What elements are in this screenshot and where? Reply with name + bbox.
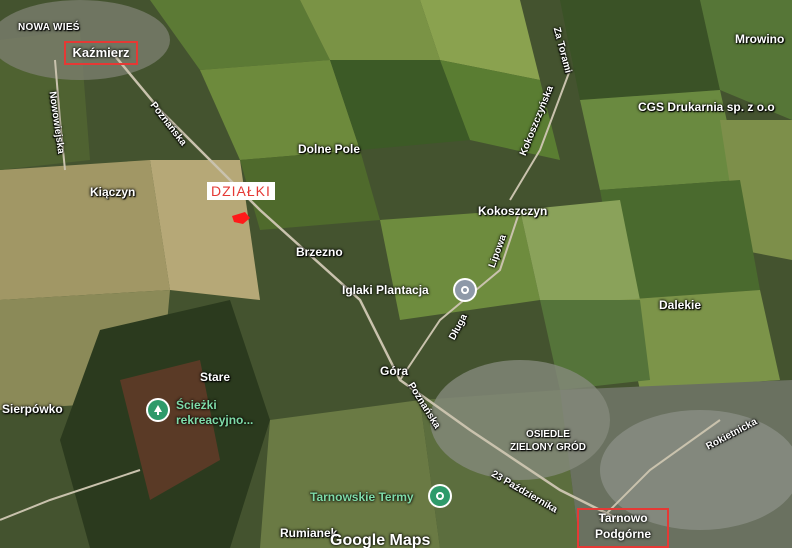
- tree-icon[interactable]: [148, 400, 168, 420]
- location-pin-icon[interactable]: [455, 280, 475, 300]
- place-label: Brzezno: [296, 245, 343, 259]
- poi-label[interactable]: rekreacyjno...: [176, 413, 253, 427]
- google-maps-logo: Google Maps: [330, 532, 431, 548]
- place-label: Sierpówko: [2, 402, 63, 416]
- satellite-imagery: [0, 0, 792, 548]
- satellite-map[interactable]: NOWA WIEŚ Kaźmierz Mrowino CGS Drukarnia…: [0, 0, 792, 548]
- place-label: Kiączyn: [90, 185, 136, 199]
- place-label-line: Tarnowo: [598, 511, 648, 525]
- plot-annotation: DZIAŁKI: [207, 182, 275, 200]
- place-label: Mrowino: [735, 32, 785, 46]
- place-label: CGS Drukarnia sp. z o.o: [638, 100, 775, 114]
- place-label-line: Podgórne: [595, 527, 651, 541]
- place-label: Stare: [200, 370, 231, 384]
- area-label: ZIELONY GRÓD: [510, 442, 586, 453]
- poi-label[interactable]: Ścieżki: [176, 398, 217, 412]
- place-label: Góra: [380, 364, 409, 378]
- place-label: NOWA WIEŚ: [18, 22, 80, 33]
- location-pin-icon[interactable]: [430, 486, 450, 506]
- place-label: Dolne Pole: [298, 142, 361, 156]
- poi-label[interactable]: Iglaki Plantacja: [342, 283, 429, 297]
- area-label: OSIEDLE: [526, 429, 570, 440]
- place-label-highlighted: Kaźmierz: [64, 41, 138, 65]
- place-label: Dalekie: [659, 298, 702, 312]
- place-label-highlighted: Tarnowo Podgórne: [577, 508, 669, 548]
- place-label: Rumianek: [280, 526, 338, 540]
- place-label: Kokoszczyn: [478, 204, 548, 218]
- poi-label[interactable]: Tarnowskie Termy: [310, 490, 414, 504]
